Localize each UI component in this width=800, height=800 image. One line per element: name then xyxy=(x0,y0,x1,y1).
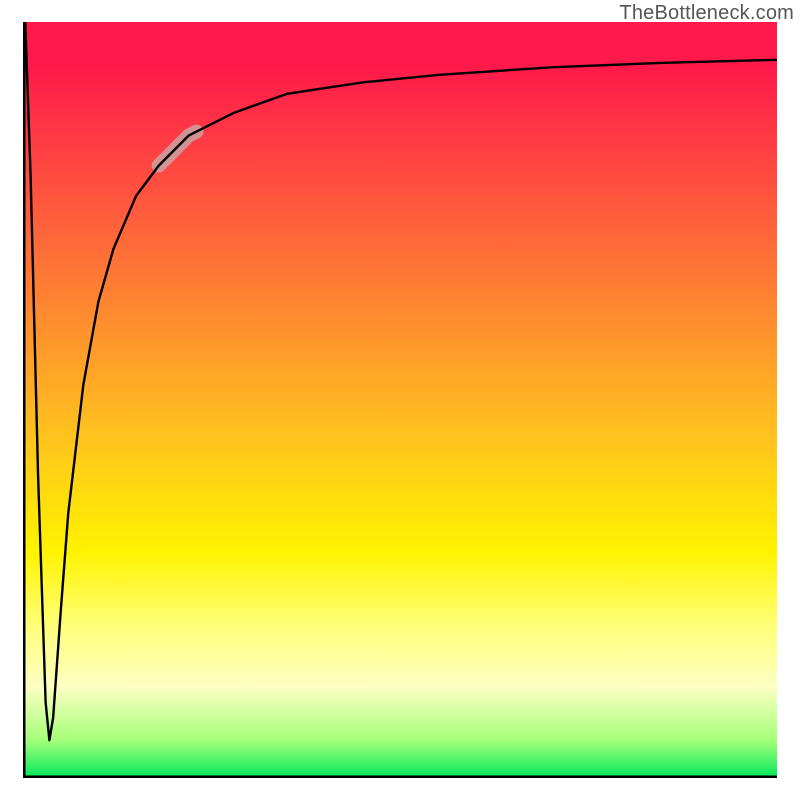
chart-svg xyxy=(23,22,777,778)
axes xyxy=(23,22,777,778)
chart-container: TheBottleneck.com xyxy=(0,0,800,800)
bottleneck-curve xyxy=(25,22,777,740)
plot-area xyxy=(23,22,777,778)
watermark-text: TheBottleneck.com xyxy=(619,2,794,25)
